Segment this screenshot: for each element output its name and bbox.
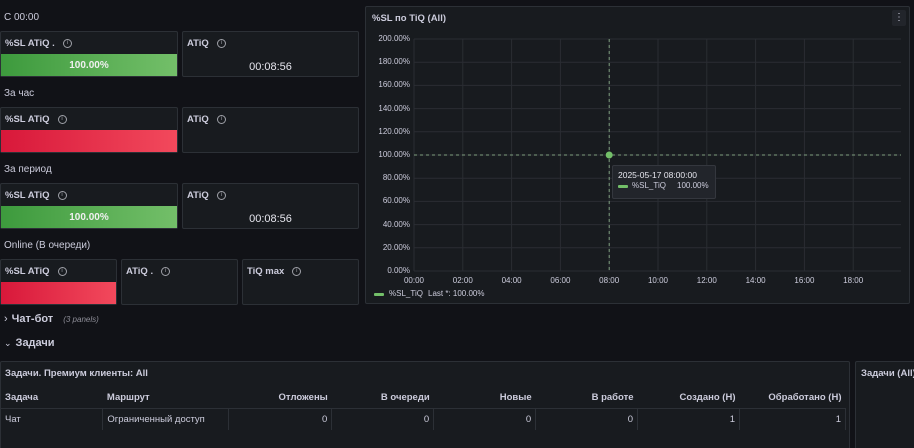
info-icon[interactable]: i — [216, 115, 226, 124]
panel-sl-atiq-today[interactable]: %SL ATiQ . i 100.00% — [0, 31, 178, 77]
info-icon[interactable]: i — [57, 191, 67, 200]
info-icon[interactable]: i — [62, 39, 72, 48]
y-tick-label: 60.00% — [382, 196, 410, 206]
x-tick-label: 10:00 — [647, 276, 669, 285]
series-point[interactable] — [605, 151, 613, 159]
y-tick-label: 100.00% — [378, 150, 410, 159]
x-tick-label: 16:00 — [794, 276, 815, 285]
tooltip-series-value: 100.00% — [677, 181, 709, 190]
panel-title: ATiQ . — [126, 266, 154, 277]
chart-panel-sl-tiq[interactable]: %SL по TiQ (All) ⋮ 0.00% 20.00% 40.00% 60.0… — [365, 6, 910, 304]
row-title: Задачи — [15, 337, 55, 349]
panel-title: %SL ATiQ . — [5, 38, 55, 49]
panel-atiq-online[interactable]: ATiQ . i — [121, 259, 238, 305]
chart-tooltip: 2025-05-17 08:00:00 %SL_TiQ 100.00% — [612, 165, 716, 199]
tasks-table: Задача Маршрут Отложены В очереди Новые … — [1, 388, 846, 430]
sl-gauge-bar — [1, 282, 116, 304]
chevron-right-icon: › — [4, 313, 8, 325]
side-panel-title: Задачи (All) — [861, 368, 914, 379]
panel-atiq-hour[interactable]: ATiQ i — [182, 107, 359, 153]
x-tick-label: 18:00 — [843, 276, 864, 285]
sl-gauge-bar: 100.00% — [1, 54, 177, 76]
column-header[interactable]: Новые — [434, 388, 536, 408]
panel-sl-atiq-online[interactable]: %SL ATiQ i — [0, 259, 117, 305]
cell-in-progress: 0 — [535, 408, 639, 430]
legend-swatch — [374, 293, 384, 296]
x-tick-label: 14:00 — [745, 276, 766, 285]
chart-svg — [413, 38, 901, 272]
x-tick-label: 08:00 — [599, 276, 620, 285]
y-tick-label: 0.00% — [387, 266, 410, 275]
column-header[interactable]: В очереди — [332, 388, 434, 408]
info-icon[interactable]: i — [57, 267, 67, 276]
panel-sl-atiq-hour[interactable]: %SL ATiQ i — [0, 107, 178, 153]
cell-in-queue: 0 — [331, 408, 435, 430]
row-title: Чат-бот — [11, 313, 54, 325]
panel-title: %SL ATiQ — [5, 190, 50, 201]
column-header[interactable]: Обработано (Н) — [740, 388, 846, 408]
cell-created: 1 — [637, 408, 740, 430]
sl-gauge-bar: 100.00% — [1, 206, 177, 228]
section-title-since-midnight: С 00:00 — [4, 12, 40, 23]
cell-postponed: 0 — [228, 408, 333, 430]
sl-gauge-bar — [1, 130, 177, 152]
column-header[interactable]: Отложены — [229, 388, 332, 408]
panel-tiq-max-online[interactable]: TiQ max i — [242, 259, 359, 305]
section-title-last-hour: За час — [4, 88, 35, 99]
table-panel-tasks-all[interactable]: Задачи (All) — [855, 361, 914, 448]
x-tick-label: 06:00 — [550, 276, 571, 285]
cell-task: Чат — [1, 408, 104, 430]
chevron-down-icon: ⌄ — [4, 338, 12, 348]
info-icon[interactable]: i — [57, 115, 67, 124]
x-tick-label: 02:00 — [452, 276, 473, 285]
info-icon[interactable]: i — [292, 267, 302, 276]
y-tick-label: 160.00% — [378, 80, 410, 90]
tooltip-time: 2025-05-17 08:00:00 — [618, 170, 697, 180]
info-icon[interactable]: i — [161, 267, 171, 276]
stat-value: 00:08:56 — [249, 61, 292, 73]
y-tick-label: 80.00% — [382, 173, 410, 183]
panel-title: ATiQ — [187, 190, 209, 201]
panel-atiq-today[interactable]: ATiQ i 00:08:56 — [182, 31, 359, 77]
column-header[interactable]: В работе — [536, 388, 638, 408]
y-tick-label: 120.00% — [378, 126, 410, 136]
column-header[interactable]: Маршрут — [103, 388, 229, 408]
stat-value: 00:08:56 — [249, 213, 292, 225]
tooltip-series-swatch — [618, 185, 628, 188]
tooltip-series-name: %SL_TiQ — [632, 181, 666, 190]
x-tick-label: 12:00 — [696, 276, 717, 285]
info-icon[interactable]: i — [216, 39, 226, 48]
panel-title: %SL ATiQ — [5, 114, 50, 125]
info-icon[interactable]: i — [216, 191, 226, 200]
legend-series-name[interactable]: %SL_TiQ — [389, 289, 423, 298]
row-tasks[interactable]: ⌄ Задачи — [4, 337, 55, 349]
y-tick-label: 180.00% — [378, 57, 410, 67]
x-tick-label: 00:00 — [403, 276, 425, 285]
panel-title: %SL ATiQ — [5, 266, 50, 277]
row-panel-count: (3 panels) — [63, 315, 99, 324]
column-header[interactable]: Задача — [1, 388, 103, 408]
row-chatbot[interactable]: › Чат-бот (3 panels) — [4, 313, 99, 325]
legend-last-value: Last *: 100.00% — [428, 289, 485, 298]
panel-atiq-period[interactable]: ATiQ i 00:08:56 — [182, 183, 359, 229]
cell-route: Ограниченный доступ — [102, 408, 230, 430]
panel-title: TiQ max — [247, 266, 285, 277]
column-header[interactable]: Создано (Н) — [638, 388, 740, 408]
panel-sl-atiq-period[interactable]: %SL ATiQ i 100.00% — [0, 183, 178, 229]
y-tick-label: 200.00% — [378, 34, 410, 43]
table-panel-title: Задачи. Премиум клиенты: All — [5, 368, 148, 379]
y-tick-label: 20.00% — [382, 242, 410, 252]
cell-processed: 1 — [739, 408, 846, 430]
y-tick-label: 140.00% — [378, 103, 410, 113]
section-title-period: За период — [4, 164, 52, 175]
cell-new: 0 — [433, 408, 537, 430]
y-tick-label: 40.00% — [382, 219, 410, 229]
panel-title: ATiQ — [187, 38, 209, 49]
section-title-online-queue: Online (В очереди) — [4, 240, 91, 251]
table-panel-premium-tasks[interactable]: Задачи. Премиум клиенты: All Задача Марш… — [0, 361, 850, 448]
panel-title: ATiQ — [187, 114, 209, 125]
table-row: Чат Ограниченный доступ 0 0 0 0 1 1 — [1, 408, 846, 430]
x-tick-label: 04:00 — [501, 276, 522, 285]
